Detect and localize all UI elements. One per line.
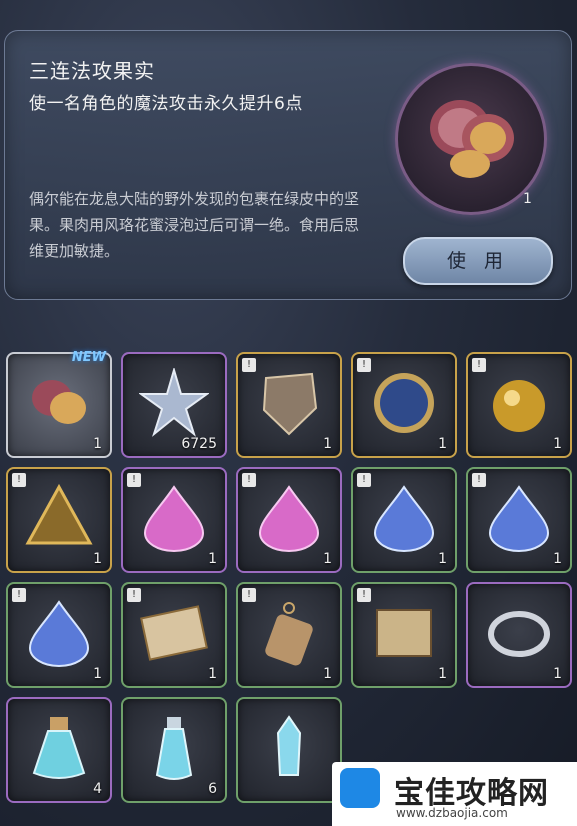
tag-charm-icon	[265, 602, 313, 666]
inventory-slot[interactable]: 1	[466, 582, 572, 688]
inventory-slot[interactable]: ! 1	[121, 582, 227, 688]
inventory-slot[interactable]: 6	[121, 697, 227, 803]
banner-url: www.dzbaojia.com	[396, 806, 508, 820]
slot-count: 6	[208, 781, 217, 797]
watermark-banner: 宝佳攻略网 www.dzbaojia.com	[332, 762, 577, 826]
pink-gem-icon	[143, 485, 205, 552]
inventory-slot[interactable]: ! 1	[236, 352, 342, 458]
item-effect: 使一名角色的魔法攻击永久提升6点	[29, 94, 303, 114]
slot-count: 1	[323, 436, 332, 452]
blue-gem-icon	[373, 485, 435, 552]
star-crystal-icon	[139, 368, 209, 437]
slot-count: 1	[323, 551, 332, 567]
slot-count: 1	[438, 436, 447, 452]
item-detail-panel: 三连法攻果实 使一名角色的魔法攻击永久提升6点 偶尔能在龙息大陆的野外发现的包裹…	[4, 30, 572, 300]
blue-gem-icon	[488, 485, 550, 552]
inventory-slot[interactable]: ! 1	[466, 467, 572, 573]
inventory-slot[interactable]: ! 1	[351, 467, 457, 573]
inventory-slot[interactable]: ! 1	[236, 467, 342, 573]
item-count: 1	[523, 191, 532, 207]
lock-tag-icon: !	[357, 473, 371, 487]
lock-tag-icon: !	[242, 588, 256, 602]
inventory-slot[interactable]: ! 1	[6, 582, 112, 688]
lock-tag-icon: !	[127, 588, 141, 602]
inventory-slot[interactable]: NEW 1	[6, 350, 112, 458]
inventory-slot[interactable]: 6725	[121, 352, 227, 458]
new-badge: NEW	[71, 350, 106, 365]
letter-icon	[140, 605, 208, 661]
lock-tag-icon: !	[242, 473, 256, 487]
inventory-slot[interactable]	[236, 697, 342, 803]
slot-count: 1	[208, 666, 217, 682]
blue-medallion-icon	[374, 373, 434, 433]
inventory-slot[interactable]: ! 1	[121, 467, 227, 573]
potion-bottle-icon	[155, 717, 193, 780]
inventory-slot[interactable]: ! 1	[351, 352, 457, 458]
potion-flask-icon	[32, 717, 86, 779]
inventory-slot[interactable]: ! 1	[466, 352, 572, 458]
slot-count: 1	[438, 551, 447, 567]
map-scroll-icon	[376, 609, 432, 657]
inventory-slot[interactable]: ! 1	[351, 582, 457, 688]
crystal-vial-icon	[276, 715, 302, 776]
slot-count: 1	[438, 666, 447, 682]
use-button[interactable]: 使 用	[403, 237, 553, 285]
slot-count: 1	[93, 666, 102, 682]
banner-logo	[340, 768, 380, 808]
slot-count: 1	[93, 551, 102, 567]
slot-count: 1	[93, 436, 102, 452]
lock-tag-icon: !	[357, 358, 371, 372]
item-description: 偶尔能在龙息大陆的野外发现的包裹在绿皮中的坚果。果肉用风珞花蜜浸泡过后可谓一绝。…	[29, 190, 360, 260]
slot-count: 1	[553, 666, 562, 682]
slot-count: 6725	[181, 436, 217, 452]
lock-tag-icon: !	[127, 473, 141, 487]
gold-orb-icon	[493, 380, 545, 432]
inventory-slot[interactable]: ! 1	[6, 467, 112, 573]
slot-count: 1	[208, 551, 217, 567]
slot-count: 4	[93, 781, 102, 797]
lock-tag-icon: !	[242, 358, 256, 372]
slot-count: 1	[553, 551, 562, 567]
pink-gem-icon	[258, 485, 320, 552]
walnut-icon	[32, 380, 86, 424]
lock-tag-icon: !	[472, 473, 486, 487]
gold-crest-icon	[25, 483, 93, 545]
slot-count: 1	[323, 666, 332, 682]
lock-tag-icon: !	[357, 588, 371, 602]
stone-shield-icon	[262, 372, 318, 436]
blue-gem-icon	[28, 600, 90, 667]
silver-ring-icon	[488, 611, 550, 657]
inventory-slot[interactable]: ! 1	[236, 582, 342, 688]
lock-tag-icon: !	[12, 588, 26, 602]
inventory-slot[interactable]: 4	[6, 697, 112, 803]
lock-tag-icon: !	[472, 358, 486, 372]
slot-count: 1	[553, 436, 562, 452]
item-title: 三连法攻果实	[29, 59, 155, 83]
lock-tag-icon: !	[12, 473, 26, 487]
